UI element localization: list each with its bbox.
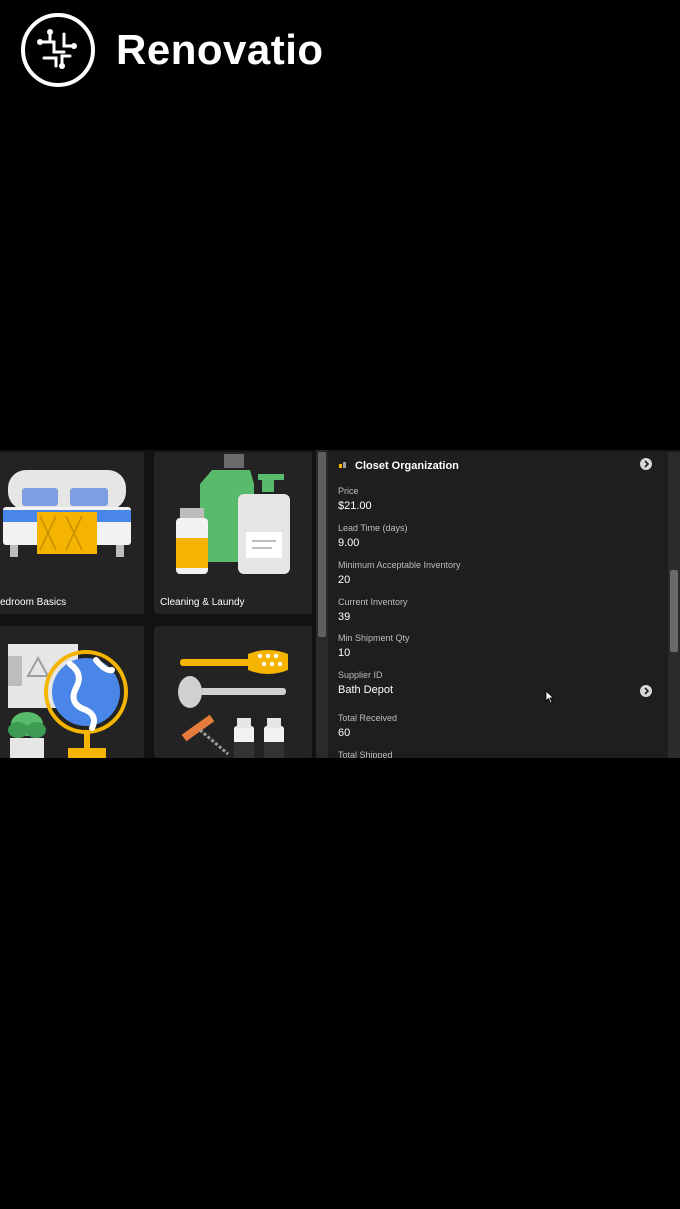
field-min-inventory: Minimum Acceptable Inventory 20: [338, 560, 461, 587]
field-label: Total Received: [338, 713, 398, 723]
field-current-inventory: Current Inventory 39: [338, 597, 408, 624]
field-value: 39: [338, 611, 351, 623]
chevron-right-icon: [644, 460, 650, 468]
supplier-navigate-button[interactable]: [640, 685, 652, 697]
globe-decor-icon: [8, 644, 128, 758]
panel-scrollbar-thumb[interactable]: [670, 570, 678, 652]
chevron-right-icon: [644, 687, 650, 695]
category-label: edroom Basics: [0, 597, 67, 608]
mouse-cursor-icon: [545, 690, 555, 704]
field-value: $21.00: [338, 500, 372, 512]
field-label: Supplier ID: [338, 670, 383, 680]
category-tile-decor[interactable]: [0, 626, 144, 758]
field-lead-time: Lead Time (days) 9.00: [338, 523, 408, 550]
field-label: Min Shipment Qty: [338, 633, 410, 643]
category-color-icon: [339, 462, 346, 468]
detail-panel: Closet Organization Price $21.00 Lead Ti…: [328, 452, 668, 758]
field-total-received: Total Received 60: [338, 713, 397, 740]
brand-name: Renovatio: [116, 26, 324, 73]
field-value: 20: [338, 574, 351, 586]
field-label: Minimum Acceptable Inventory: [338, 560, 461, 570]
category-label: Cleaning & Laundy: [160, 597, 245, 608]
detail-navigate-button[interactable]: [640, 458, 652, 470]
category-tile-cleaning[interactable]: Cleaning & Laundy: [154, 452, 312, 614]
field-min-shipment: Min Shipment Qty 10: [338, 633, 410, 660]
detail-header: Closet Organization: [328, 452, 668, 478]
app-window: edroom Basics Cleaning & Laundy Closet O…: [0, 450, 680, 758]
category-grid: edroom Basics Cleaning & Laundy: [0, 450, 316, 758]
kitchen-utensils-icon: [178, 650, 288, 758]
field-label: Total Shipped: [338, 750, 393, 758]
field-value: 60: [338, 727, 351, 739]
grid-scrollbar-thumb[interactable]: [318, 452, 326, 637]
category-tile-kitchen[interactable]: [154, 626, 312, 758]
field-value: 9.00: [338, 537, 360, 549]
field-label: Lead Time (days): [338, 523, 408, 533]
field-label: Price: [338, 486, 359, 496]
field-total-shipped: Total Shipped: [338, 750, 393, 758]
brand: Renovatio: [20, 12, 324, 88]
bed-icon: [3, 470, 131, 557]
supplier-link[interactable]: Bath Depot: [338, 684, 393, 697]
brand-logo-icon: [21, 13, 95, 87]
category-tile-bedroom[interactable]: edroom Basics: [0, 452, 144, 614]
field-value: 10: [338, 647, 351, 659]
field-label: Current Inventory: [338, 597, 408, 607]
field-price: Price $21.00: [338, 486, 372, 513]
detail-title: Closet Organization: [355, 460, 459, 472]
cleaning-supplies-icon: [176, 454, 290, 574]
field-supplier-id[interactable]: Supplier ID Bath Depot: [338, 670, 393, 697]
